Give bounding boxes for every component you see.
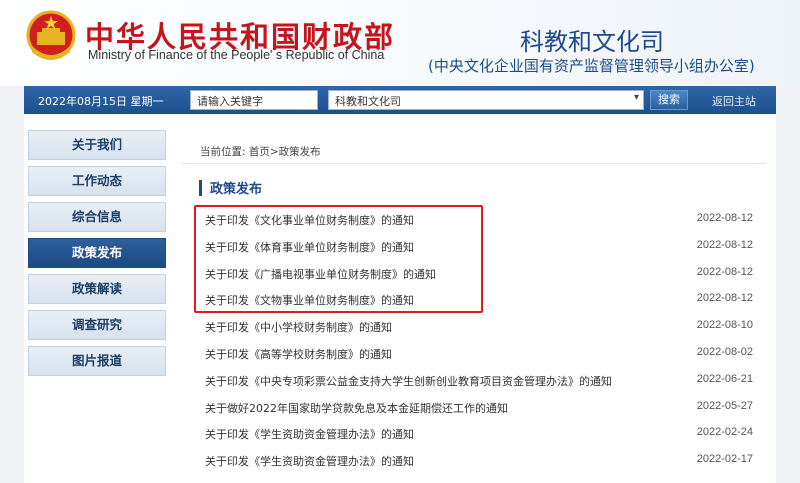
section-title: 政策发布: [210, 182, 263, 197]
article-date: 2022-05-27: [696, 399, 753, 412]
site-title-en: Ministry of Finance of the People' s Rep…: [88, 48, 385, 62]
article-title-link[interactable]: 关于印发《体育事业单位财务制度》的通知: [205, 239, 414, 255]
article-date: 2022-06-21: [696, 372, 753, 385]
article-list: 关于印发《文化事业单位财务制度》的通知 2022-08-12 关于印发《体育事业单…: [205, 205, 753, 473]
article-title-link[interactable]: 关于印发《学生资助资金管理办法》的通知: [205, 453, 414, 469]
sidebar-item-research[interactable]: 调查研究: [28, 310, 166, 340]
department-subtitle: (中央文化企业国有资产监督管理领导小组办公室): [428, 57, 755, 75]
article-date: 2022-08-12: [696, 292, 753, 305]
list-item[interactable]: 关于印发《中央专项彩票公益金支持大学生创新创业教育项目资金管理办法》的通知 202…: [205, 366, 753, 393]
department-title: 科教和文化司: [520, 28, 664, 56]
list-item[interactable]: 关于印发《中小学校财务制度》的通知 2022-08-10: [205, 312, 753, 339]
list-item[interactable]: 关于印发《高等学校财务制度》的通知 2022-08-02: [205, 339, 753, 366]
article-date: 2022-08-02: [696, 345, 753, 358]
sidebar-item-about[interactable]: 关于我们: [28, 130, 166, 160]
article-date: 2022-02-24: [696, 426, 753, 439]
article-title-link[interactable]: 关于印发《文物事业单位财务制度》的通知: [205, 292, 414, 308]
article-date: 2022-08-12: [696, 212, 753, 224]
list-item[interactable]: 关于印发《广播电视事业单位财务制度》的通知 2022-08-12: [205, 259, 753, 286]
list-item[interactable]: 关于印发《学生资助资金管理办法》的通知 2022-02-17: [205, 446, 753, 473]
article-date: 2022-08-12: [696, 265, 753, 278]
search-button[interactable]: 搜索: [650, 90, 688, 110]
article-date: 2022-08-12: [696, 238, 753, 251]
article-title-link[interactable]: 关于做好2022年国家助学贷款免息及本金延期偿还工作的通知: [205, 400, 508, 416]
list-item[interactable]: 关于印发《文化事业单位财务制度》的通知 2022-08-12: [205, 205, 753, 232]
current-date: 2022年08月15日 星期一: [38, 95, 164, 108]
article-date: 2022-02-17: [696, 453, 753, 466]
breadcrumb: 当前位置: 首页>政策发布: [200, 146, 321, 158]
article-title-link[interactable]: 关于印发《文化事业单位财务制度》的通知: [205, 212, 414, 228]
sidebar-item-policy-interpretation[interactable]: 政策解读: [28, 274, 166, 304]
list-item[interactable]: 关于印发《文物事业单位财务制度》的通知 2022-08-12: [205, 285, 753, 312]
sidebar-item-work-news[interactable]: 工作动态: [28, 166, 166, 196]
sidebar-nav: 关于我们 工作动态 综合信息 政策发布 政策解读 调查研究 图片报道: [28, 130, 168, 382]
list-item[interactable]: 关于印发《学生资助资金管理办法》的通知 2022-02-24: [205, 419, 753, 446]
search-input[interactable]: 请输入关键字: [190, 90, 318, 110]
article-title-link[interactable]: 关于印发《高等学校财务制度》的通知: [205, 346, 392, 362]
chevron-down-icon[interactable]: ▾: [634, 92, 639, 103]
top-navbar: 2022年08月15日 星期一 请输入关键字 科教和文化司 ▾ 搜索 返回主站: [24, 86, 776, 114]
sidebar-item-policy-release[interactable]: 政策发布: [28, 238, 166, 268]
return-home-link[interactable]: 返回主站: [712, 93, 756, 109]
article-title-link[interactable]: 关于印发《学生资助资金管理办法》的通知: [205, 426, 414, 442]
list-item[interactable]: 关于印发《体育事业单位财务制度》的通知 2022-08-12: [205, 232, 753, 259]
divider: [182, 163, 766, 164]
sidebar-item-general-info[interactable]: 综合信息: [28, 202, 166, 232]
list-item[interactable]: 关于做好2022年国家助学贷款免息及本金延期偿还工作的通知 2022-05-27: [205, 393, 753, 420]
department-select-value: 科教和文化司: [335, 95, 401, 108]
article-title-link[interactable]: 关于印发《中小学校财务制度》的通知: [205, 319, 392, 335]
department-select[interactable]: 科教和文化司 ▾: [328, 90, 644, 110]
sidebar-item-photo-reports[interactable]: 图片报道: [28, 346, 166, 376]
article-title-link[interactable]: 关于印发《广播电视事业单位财务制度》的通知: [205, 266, 436, 282]
section-marker: [199, 180, 202, 196]
national-emblem-icon: [26, 10, 76, 60]
site-header: 中华人民共和国财政部 Ministry of Finance of the Pe…: [0, 0, 800, 86]
article-date: 2022-08-10: [696, 319, 753, 332]
article-title-link[interactable]: 关于印发《中央专项彩票公益金支持大学生创新创业教育项目资金管理办法》的通知: [205, 373, 612, 389]
